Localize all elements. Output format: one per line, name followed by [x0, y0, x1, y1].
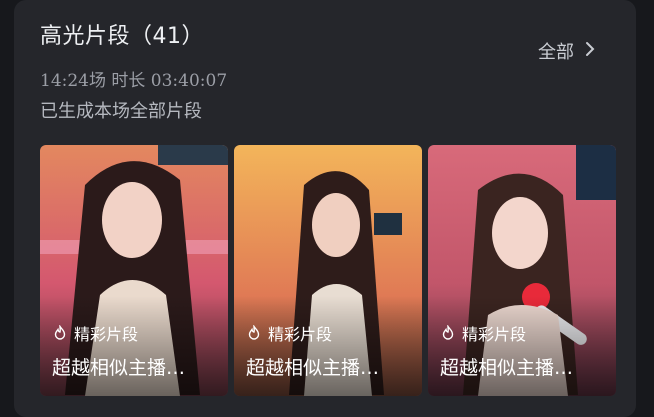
clip-card[interactable]: 精彩片段 超越相似主播… [40, 145, 228, 396]
clip-caption: 超越相似主播… [440, 357, 574, 379]
clip-card[interactable]: 精彩片段 超越相似主播… [234, 145, 422, 396]
flame-icon [442, 325, 454, 340]
clip-tag-label: 精彩片段 [74, 325, 139, 344]
section-title: 高光片段（41） [40, 24, 204, 49]
thumbnail-overlay [428, 296, 616, 396]
see-all-button[interactable]: 全部 [538, 38, 596, 64]
chevron-right-icon [584, 41, 596, 62]
generation-status: 已生成本场全部片段 [40, 101, 202, 122]
clip-caption: 超越相似主播… [52, 357, 186, 379]
thumbnail-overlay [40, 296, 228, 396]
flame-icon [248, 325, 260, 340]
thumbnail-overlay [234, 296, 422, 396]
clip-tag-label: 精彩片段 [462, 325, 527, 344]
clip-tag: 精彩片段 [52, 321, 138, 345]
see-all-label: 全部 [538, 42, 574, 63]
flame-icon [54, 325, 66, 340]
clip-tag: 精彩片段 [246, 321, 332, 345]
session-meta: 14:24场 时长 03:40:07 [40, 71, 228, 91]
clip-card[interactable]: 精彩片段 超越相似主播… [428, 145, 616, 396]
clip-caption: 超越相似主播… [246, 357, 380, 379]
clip-tag: 精彩片段 [440, 321, 526, 345]
clip-tag-label: 精彩片段 [268, 325, 333, 344]
